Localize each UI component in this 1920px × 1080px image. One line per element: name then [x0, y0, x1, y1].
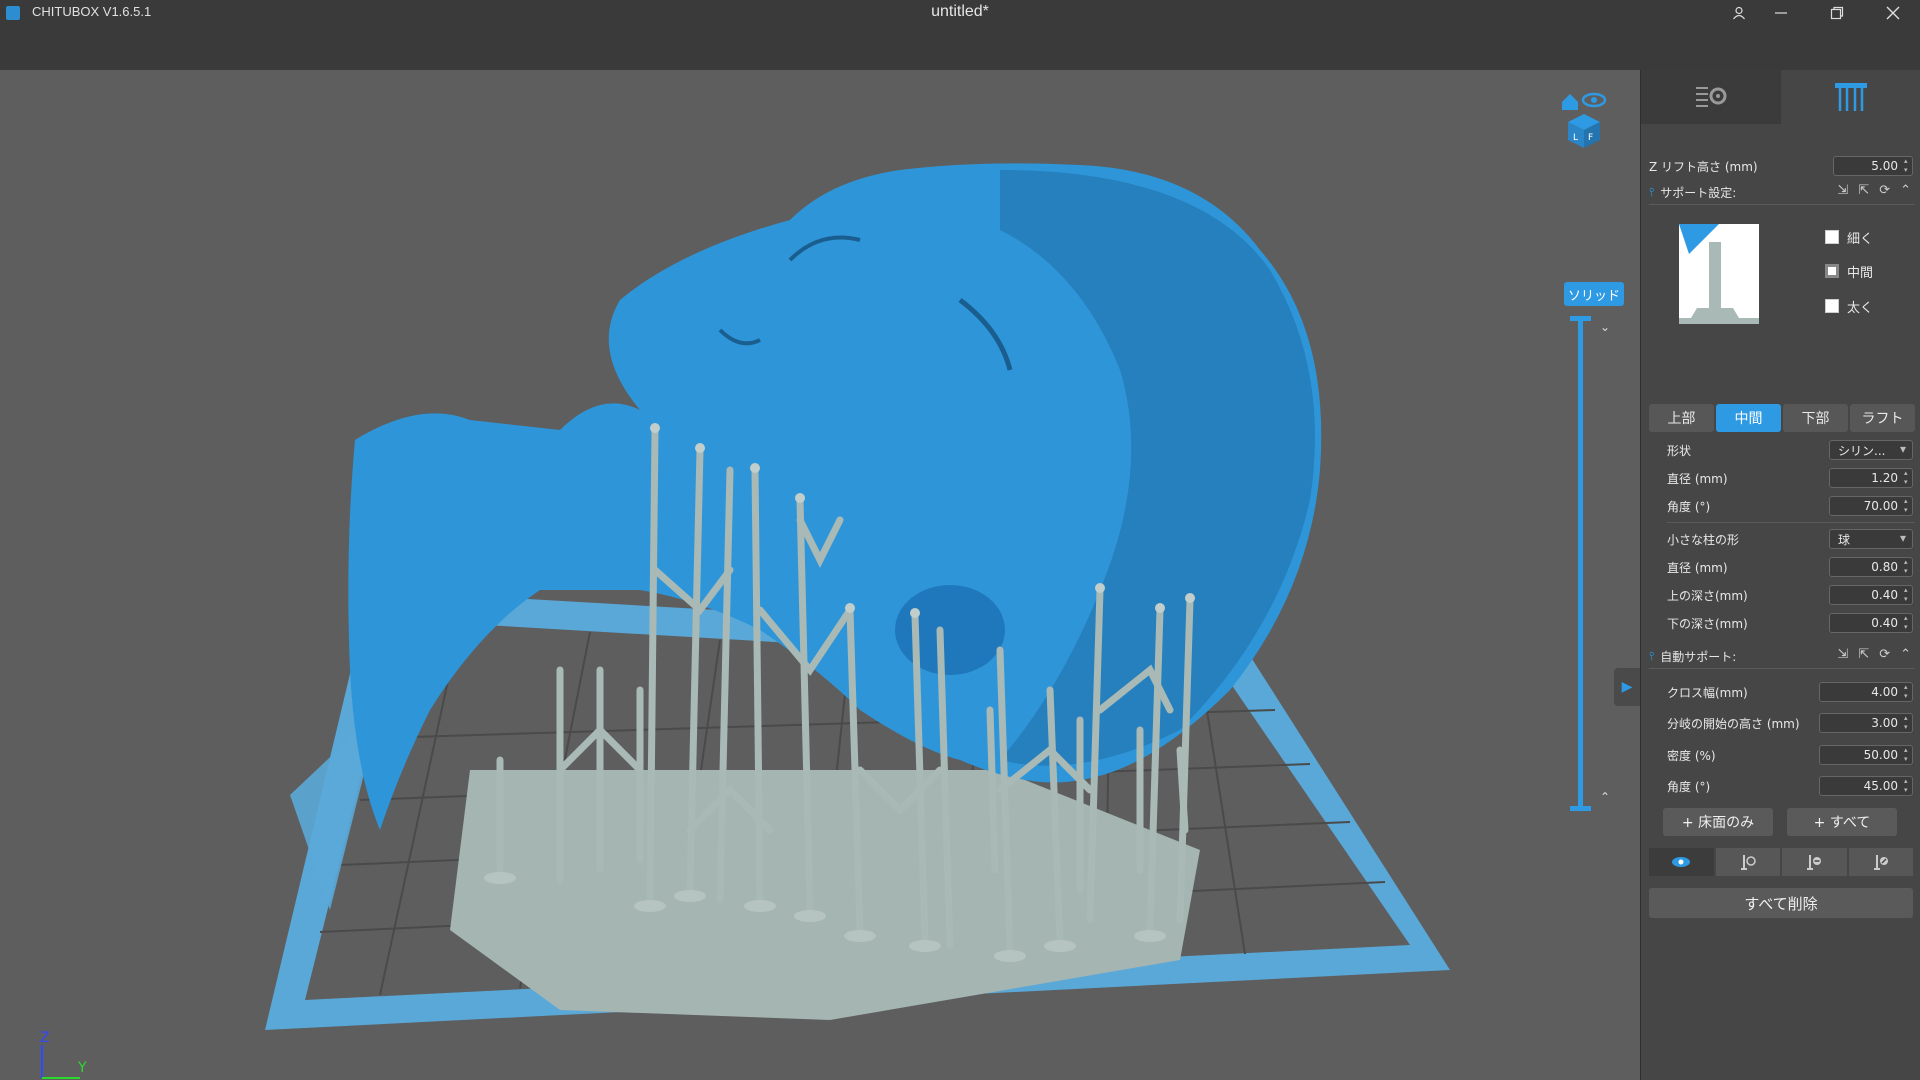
slider-bottom-chevron-icon[interactable]: ⌃	[1600, 790, 1610, 804]
tab-middle[interactable]: 中間	[1716, 404, 1781, 432]
add-all-button[interactable]: + すべて	[1787, 808, 1897, 836]
density-input[interactable]: 50.00	[1819, 745, 1913, 765]
angle-input[interactable]: 70.00	[1829, 496, 1913, 516]
auto-support-header: ⫯ 自動サポート: ⇲ ⇱ ⟳ ⌃	[1649, 644, 1915, 669]
auto-angle-input[interactable]: 45.00	[1819, 776, 1913, 796]
angle-label: 角度 (°)	[1667, 499, 1711, 514]
small-diameter-label: 直径 (mm)	[1667, 560, 1728, 575]
small-diameter-row: 直径 (mm) 0.80	[1667, 555, 1913, 579]
document-title: untitled*	[931, 3, 989, 20]
cross-width-row: クロス幅(mm) 4.00	[1667, 680, 1913, 704]
tab-top[interactable]: 上部	[1649, 404, 1714, 432]
small-pillar-select[interactable]: 球	[1829, 529, 1913, 549]
render-mode-button[interactable]: ソリッド	[1564, 282, 1624, 306]
diameter-row: 直径 (mm) 1.20	[1667, 466, 1913, 490]
thick-label: 太く	[1847, 300, 1874, 316]
axis-gizmo	[41, 1045, 80, 1079]
support-settings-title: サポート設定:	[1660, 185, 1737, 200]
tab-raft[interactable]: ラフト	[1850, 404, 1915, 432]
small-diameter-input[interactable]: 0.80	[1829, 557, 1913, 577]
auto-angle-label: 角度 (°)	[1667, 779, 1711, 794]
tab-slice-settings[interactable]	[1641, 70, 1781, 124]
angle-row: 角度 (°) 70.00	[1667, 494, 1913, 518]
support-settings-header: ⫯ サポート設定: ⇲ ⇱ ⟳ ⌃	[1649, 180, 1915, 205]
floor-only-button[interactable]: + 床面のみ	[1663, 808, 1773, 836]
restore-button[interactable]	[1814, 0, 1860, 26]
scene-render	[41, 163, 1450, 1079]
auto-support-icon: ⫯	[1649, 648, 1655, 663]
support-panel: Z リフト高さ (mm) 5.00 ⫯ サポート設定: ⇲ ⇱ ⟳ ⌃ 細く 中…	[1640, 70, 1920, 1080]
medium-checkbox[interactable]: 中間	[1825, 260, 1915, 282]
collapse-up-icon[interactable]: ⌃	[1900, 183, 1911, 198]
export-preset-icon[interactable]: ⇱	[1858, 647, 1869, 662]
thin-checkbox[interactable]: 細く	[1825, 226, 1915, 248]
import-preset-icon[interactable]: ⇲	[1837, 647, 1848, 662]
account-icon[interactable]	[1716, 0, 1762, 26]
layer-slider[interactable]	[1578, 318, 1583, 808]
branch-height-row: 分岐の開始の高さ (mm) 3.00	[1667, 711, 1913, 735]
supports-icon	[1835, 83, 1867, 111]
cross-width-input[interactable]: 4.00	[1819, 682, 1913, 702]
layer-slider-top-handle[interactable]	[1570, 316, 1591, 321]
lower-depth-row: 下の深さ(mm) 0.40	[1667, 611, 1913, 635]
tab-supports[interactable]	[1781, 70, 1920, 124]
import-preset-icon[interactable]: ⇲	[1837, 183, 1848, 198]
upper-depth-label: 上の深さ(mm)	[1667, 588, 1748, 603]
remove-support-icon[interactable]	[1782, 848, 1847, 876]
edit-support-icon[interactable]	[1848, 848, 1913, 876]
support-settings-icon: ⫯	[1649, 184, 1655, 199]
collapse-up-icon[interactable]: ⌃	[1900, 647, 1911, 662]
reset-icon[interactable]: ⟳	[1879, 647, 1890, 662]
z-lift-label: Z リフト高さ (mm)	[1649, 159, 1758, 174]
shape-row: 形状 シリン...	[1667, 438, 1913, 462]
cross-width-label: クロス幅(mm)	[1667, 685, 1748, 700]
minimize-button[interactable]	[1758, 0, 1804, 26]
upper-depth-input[interactable]: 0.40	[1829, 585, 1913, 605]
view-cube-icon[interactable]: L F	[1558, 88, 1610, 150]
upper-depth-row: 上の深さ(mm) 0.40	[1667, 583, 1913, 607]
lower-depth-label: 下の深さ(mm)	[1667, 616, 1748, 631]
small-pillar-label: 小さな柱の形	[1667, 532, 1740, 547]
slice-settings-icon	[1696, 87, 1727, 107]
auto-support-title: 自動サポート:	[1660, 649, 1737, 664]
diameter-label: 直径 (mm)	[1667, 471, 1728, 486]
support-tool-bar	[1649, 848, 1913, 876]
svg-text:F: F	[1588, 133, 1593, 143]
auto-angle-row: 角度 (°) 45.00	[1667, 774, 1913, 798]
axis-z-label: Z	[40, 1030, 50, 1046]
small-pillar-row: 小さな柱の形 球	[1667, 527, 1913, 551]
shape-label: 形状	[1667, 443, 1692, 458]
density-label: 密度 (%)	[1667, 748, 1716, 763]
support-preview-image	[1679, 224, 1759, 324]
shape-select[interactable]: シリン...	[1829, 440, 1913, 460]
add-support-icon[interactable]	[1715, 848, 1780, 876]
z-lift-row: Z リフト高さ (mm) 5.00	[1649, 154, 1913, 178]
svg-text:L: L	[1573, 133, 1578, 143]
density-row: 密度 (%) 50.00	[1667, 743, 1913, 767]
thin-label: 細く	[1847, 231, 1874, 247]
tab-bottom[interactable]: 下部	[1783, 404, 1848, 432]
divider	[1667, 522, 1915, 523]
toolbar	[0, 26, 1920, 71]
export-preset-icon[interactable]: ⇱	[1858, 183, 1869, 198]
medium-label: 中間	[1847, 265, 1874, 281]
visibility-eye-icon[interactable]	[1649, 848, 1714, 876]
branch-height-input[interactable]: 3.00	[1819, 713, 1913, 733]
axis-y-label: Y	[78, 1060, 87, 1076]
support-part-tabs: 上部 中間 下部 ラフト	[1649, 404, 1915, 432]
slider-top-chevron-icon[interactable]: ⌄	[1600, 320, 1610, 334]
3d-viewport[interactable]: Z Y L F ソリッド ⌄ ⌃ ▶	[0, 70, 1640, 1080]
close-button[interactable]	[1870, 0, 1916, 26]
delete-all-button[interactable]: すべて削除	[1649, 888, 1913, 918]
lower-depth-input[interactable]: 0.40	[1829, 613, 1913, 633]
diameter-input[interactable]: 1.20	[1829, 468, 1913, 488]
z-lift-input[interactable]: 5.00	[1833, 156, 1913, 176]
reset-icon[interactable]: ⟳	[1879, 183, 1890, 198]
layer-slider-bottom-handle[interactable]	[1570, 806, 1591, 811]
panel-collapse-icon[interactable]: ▶	[1614, 668, 1640, 706]
title-bar: CHITUBOX V1.6.5.1 untitled*	[0, 0, 1920, 26]
branch-height-label: 分岐の開始の高さ (mm)	[1667, 716, 1800, 731]
thick-checkbox[interactable]: 太く	[1825, 295, 1915, 317]
